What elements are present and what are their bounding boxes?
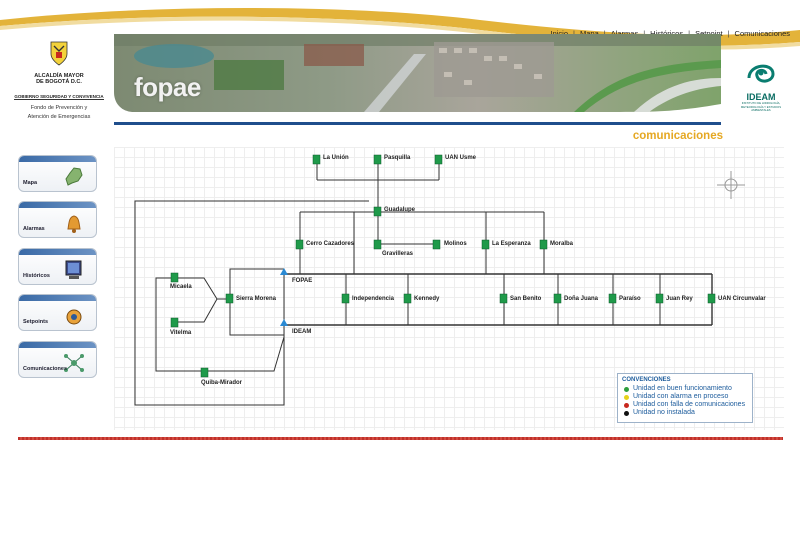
footer-divider xyxy=(18,437,783,440)
sidebar-item-label: Alarmas xyxy=(23,226,45,232)
nav-comunicaciones[interactable]: Comunicaciones xyxy=(735,29,790,38)
sidebar-item-label: Comunicaciones xyxy=(23,366,68,372)
node-independencia[interactable]: Independencia xyxy=(352,296,394,302)
header-divider xyxy=(114,122,721,125)
node-moralba[interactable]: Moralba xyxy=(550,241,573,247)
node-uan-usme[interactable]: UAN Usme xyxy=(445,155,476,161)
sidebar-item-bar xyxy=(19,295,96,301)
status-dot-icon xyxy=(624,394,629,400)
banner-title: fopae xyxy=(134,72,201,102)
bogota-crest-icon xyxy=(50,41,68,66)
legend-item: Unidad con falla de comunicaciones xyxy=(622,401,748,409)
sidebar-item-setpoints[interactable]: Setpoints xyxy=(18,294,97,331)
legend-label: Unidad no instalada xyxy=(633,409,695,416)
node-la-esperanza[interactable]: La Esperanza xyxy=(492,241,531,247)
node-fopae[interactable]: FOPAE xyxy=(292,278,312,284)
alcaldia-line3: GOBIERNO SEGURIDAD Y CONVIVENCIA xyxy=(14,94,104,100)
node-paraiso[interactable]: Paraíso xyxy=(619,296,641,302)
sidebar-item-comunicaciones[interactable]: Comunicaciones xyxy=(18,341,97,378)
alcaldia-line2: DE BOGOTÁ D.C. xyxy=(36,79,82,85)
node-ideam[interactable]: IDEAM xyxy=(292,329,311,335)
fopae-line2: Atención de Emergencias xyxy=(27,113,91,120)
status-dot-icon xyxy=(624,402,629,408)
node-kennedy[interactable]: Kennedy xyxy=(414,296,439,302)
ideam-subtitle: INSTITUTO DE HIDROLOGÍA, METEOROLOGÍA Y … xyxy=(740,101,782,112)
sidebar-item-label: Históricos xyxy=(23,273,50,279)
node-pasquilla[interactable]: Pasquilla xyxy=(384,155,410,161)
node-quiba-mirador[interactable]: Quiba-Mirador xyxy=(201,380,242,386)
node-uan-circunvalar[interactable]: UAN Circunvalar xyxy=(718,296,766,302)
bell-icon xyxy=(67,215,81,233)
alcaldia-logo: ALCALDÍA MAYOR DE BOGOTÁ D.C. GOBIERNO S… xyxy=(14,40,104,120)
node-sierra-morena[interactable]: Sierra Morena xyxy=(236,296,276,302)
sidebar-item-bar xyxy=(19,249,96,255)
legend: CONVENCIONES Unidad en buen funcionamien… xyxy=(617,373,753,423)
sidebar-item-label: Setpoints xyxy=(23,319,49,325)
status-dot-icon xyxy=(624,410,629,416)
ideam-swirl-icon xyxy=(747,64,775,83)
status-dot-icon xyxy=(624,386,629,392)
node-dona-juana[interactable]: Doña Juana xyxy=(564,296,598,302)
compass-icon xyxy=(717,171,745,199)
node-gravilleras[interactable]: Gravilleras xyxy=(382,251,413,257)
legend-item: Unidad en buen funcionamiento xyxy=(622,385,748,393)
legend-label: Unidad con alarma en proceso xyxy=(633,393,729,400)
map-icon xyxy=(65,167,83,186)
node-guadalupe[interactable]: Guadalupe xyxy=(384,207,415,213)
gauge-icon xyxy=(66,309,82,325)
legend-item: Unidad no instalada xyxy=(622,409,748,417)
node-san-benito[interactable]: San Benito xyxy=(510,296,541,302)
unit-icons xyxy=(170,154,716,378)
node-vitelma[interactable]: Vitelma xyxy=(170,330,191,336)
sidebar-item-bar xyxy=(19,342,96,348)
fopae-line1: Fondo de Prevención y xyxy=(30,105,88,111)
sidebar-item-bar xyxy=(19,202,96,208)
sidebar-item-historicos[interactable]: Históricos xyxy=(18,248,97,285)
node-la-union[interactable]: La Unión xyxy=(323,155,349,161)
node-micaela[interactable]: Micaela xyxy=(170,284,192,290)
legend-title: CONVENCIONES xyxy=(622,377,671,383)
sidebar-item-bar xyxy=(19,156,96,162)
sidebar-item-mapa[interactable]: Mapa xyxy=(18,155,97,192)
aerial-banner-image xyxy=(114,34,721,112)
ideam-marker xyxy=(280,319,288,326)
node-cerro-cazadores[interactable]: Cerro Cazadores xyxy=(306,241,354,247)
sidebar-item-alarmas[interactable]: Alarmas xyxy=(18,201,97,238)
monitor-icon xyxy=(65,260,82,279)
node-juan-rey[interactable]: Juan Rey xyxy=(666,296,693,302)
ideam-logo: IDEAM INSTITUTO DE HIDROLOGÍA, METEOROLO… xyxy=(736,56,786,116)
node-molinos[interactable]: Molinos xyxy=(444,241,467,247)
legend-item: Unidad con alarma en proceso xyxy=(622,393,748,401)
sidebar-item-label: Mapa xyxy=(23,180,38,186)
legend-label: Unidad con falla de comunicaciones xyxy=(633,401,746,408)
page-title: comunicaciones xyxy=(632,130,723,142)
legend-label: Unidad en buen funcionamiento xyxy=(633,385,732,392)
